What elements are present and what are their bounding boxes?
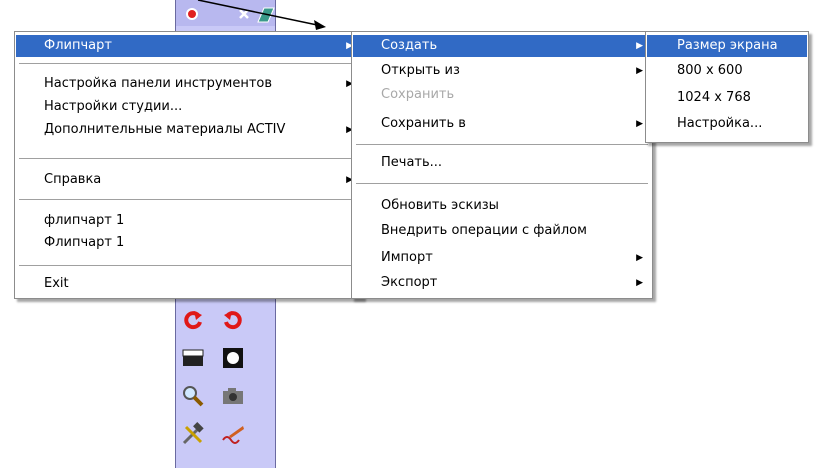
menu-item-label: 800 x 600 [677, 63, 743, 78]
submenu-arrow-icon: ▶ [636, 253, 643, 263]
menu-item-label: Сохранить в [381, 116, 466, 131]
menu-item-label: Флипчарт 1 [44, 235, 125, 250]
menu-separator [356, 144, 648, 145]
submenu-arrow-icon: ▶ [636, 41, 643, 51]
menu-item-screen-size[interactable]: Размер экрана [647, 35, 807, 57]
menu-item-toolbar-settings[interactable]: Настройка панели инструментов ▶ [16, 73, 361, 95]
menu-item-exit[interactable]: Exit [16, 273, 361, 295]
menu-item-activ-materials[interactable]: Дополнительные материалы ACTIV ▶ [16, 119, 361, 141]
menu-item-label: Справка [44, 172, 102, 187]
menu-item-import[interactable]: Импорт ▶ [353, 247, 651, 269]
blind-icon[interactable] [181, 346, 205, 370]
menu-item-label: Экспорт [381, 275, 438, 290]
redo-icon[interactable] [221, 308, 245, 332]
spotlight-icon[interactable] [221, 346, 245, 370]
menu-item-label: Настройка... [677, 116, 763, 131]
flipchart-submenu: Создать ▶ Открыть из ▶ Сохранить Сохрани… [351, 31, 653, 299]
menu-item-help[interactable]: Справка ▶ [16, 169, 361, 191]
menu-item-flipchart[interactable]: Флипчарт ▶ [16, 35, 361, 57]
menu-item-800x600[interactable]: 800 x 600 [647, 60, 807, 82]
menu-item-label: Печать... [381, 155, 443, 170]
tools-icon[interactable] [181, 422, 205, 446]
menu-item-label: Exit [44, 276, 69, 291]
menu-item-save-to[interactable]: Сохранить в ▶ [353, 113, 651, 135]
menu-item-label: Размер экрана [677, 38, 778, 53]
menu-item-label: Обновить эскизы [381, 198, 499, 213]
menu-item-recent-flipchart-1[interactable]: флипчарт 1 [16, 210, 361, 232]
menu-separator [19, 158, 358, 159]
menu-separator [19, 63, 358, 64]
menu-item-open-from[interactable]: Открыть из ▶ [353, 60, 651, 82]
camera-icon[interactable] [221, 384, 245, 408]
menu-item-print[interactable]: Печать... [353, 152, 651, 174]
menu-item-1024x768[interactable]: 1024 x 768 [647, 87, 807, 109]
menu-item-embed-file-operations[interactable]: Внедрить операции с файлом [353, 220, 651, 242]
menu-item-save: Сохранить [353, 84, 651, 106]
menu-item-label: Настройка панели инструментов [44, 76, 273, 91]
menu-item-label: Импорт [381, 250, 433, 265]
menu-item-label: Флипчарт [44, 38, 112, 53]
submenu-arrow-icon: ▶ [636, 119, 643, 129]
undo-icon[interactable] [181, 308, 205, 332]
menu-item-label: Дополнительные материалы ACTIV [44, 122, 286, 137]
menu-item-label: Внедрить операции с файлом [381, 223, 587, 238]
create-submenu: Размер экрана 800 x 600 1024 x 768 Настр… [645, 31, 809, 143]
menu-item-label: Создать [381, 38, 438, 53]
menu-separator [356, 183, 648, 184]
menu-item-export[interactable]: Экспорт ▶ [353, 272, 651, 294]
menu-separator [19, 265, 358, 266]
menu-item-studio-settings[interactable]: Настройки студии... [16, 96, 361, 118]
submenu-arrow-icon: ▶ [636, 278, 643, 288]
main-menu: Флипчарт ▶ Настройка панели инструментов… [14, 31, 363, 299]
magnifier-icon[interactable] [181, 384, 205, 408]
handwriting-icon[interactable] [221, 422, 245, 446]
menu-item-create[interactable]: Создать ▶ [353, 35, 651, 57]
menu-item-label: Настройки студии... [44, 99, 183, 114]
menu-item-recent-flipchart-2[interactable]: Флипчарт 1 [16, 232, 361, 254]
menu-item-custom[interactable]: Настройка... [647, 113, 807, 135]
submenu-arrow-icon: ▶ [636, 66, 643, 76]
menu-item-label: флипчарт 1 [44, 213, 125, 228]
menu-item-label: 1024 x 768 [677, 90, 751, 105]
menu-item-refresh-thumbnails[interactable]: Обновить эскизы [353, 195, 651, 217]
menu-item-label: Открыть из [381, 63, 460, 78]
menu-item-label: Сохранить [381, 87, 455, 102]
menu-separator [19, 199, 358, 200]
